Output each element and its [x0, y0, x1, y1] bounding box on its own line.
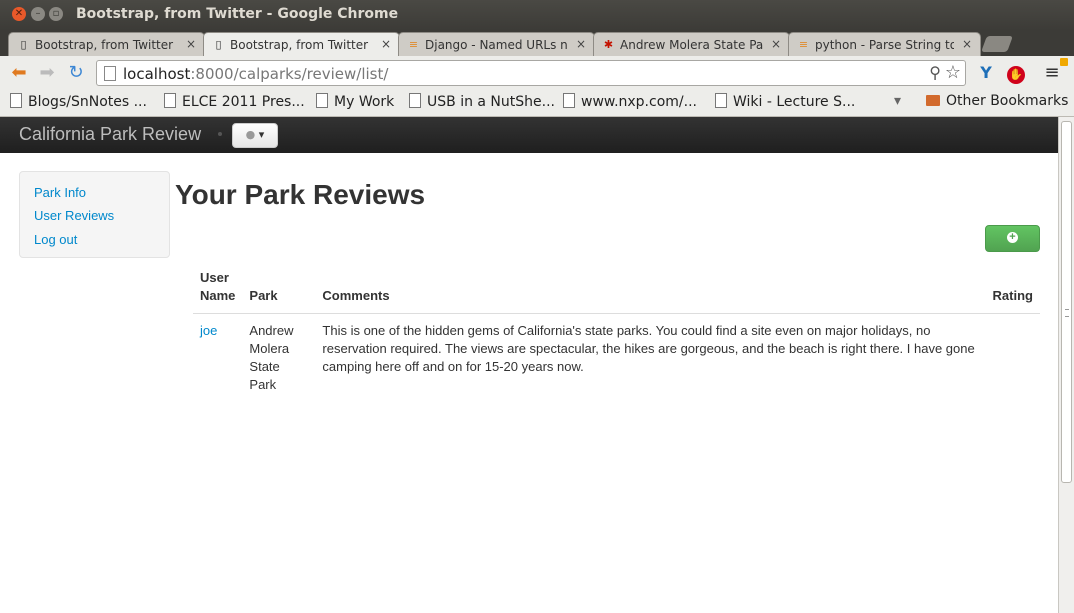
- tab-strip: ▯ Bootstrap, from Twitter × ▯ Bootstrap,…: [0, 30, 1074, 56]
- window-titlebar: ✕ – ▫ Bootstrap, from Twitter - Google C…: [0, 0, 1074, 30]
- page-icon: [164, 93, 176, 108]
- tab-label: Bootstrap, from Twitter: [230, 38, 369, 52]
- tab-close-icon[interactable]: ×: [186, 37, 196, 51]
- forward-arrow-icon[interactable]: ➡: [36, 62, 58, 84]
- page-content: Park Info User Reviews Log out Your Park…: [0, 153, 1058, 613]
- column-header-comments: Comments: [315, 265, 986, 314]
- page-icon: [316, 93, 328, 108]
- caret-down-icon: ▾: [258, 128, 265, 141]
- user-link[interactable]: joe: [200, 323, 217, 338]
- page-icon: ▯: [215, 38, 222, 51]
- tab-close-icon[interactable]: ×: [962, 37, 972, 51]
- window-maximize-button[interactable]: ▫: [49, 7, 63, 21]
- browser-toolbar: ⬅ ➡ ↻ localhost:8000/calparks/review/lis…: [0, 56, 1074, 90]
- page-icon: [10, 93, 22, 108]
- tab-label: python - Parse String to F: [815, 38, 954, 52]
- site-navbar: California Park Review ● ▾: [0, 117, 1058, 153]
- cell-rating: [986, 314, 1040, 403]
- cell-user: joe: [193, 314, 242, 403]
- brand-link[interactable]: California Park Review: [19, 124, 201, 145]
- sidebar-nav: Park Info User Reviews Log out: [19, 171, 170, 258]
- tab-close-icon[interactable]: ×: [576, 37, 586, 51]
- bookmark-item[interactable]: ELCE 2011 Pres...: [164, 93, 305, 110]
- user-menu-button[interactable]: ● ▾: [232, 123, 278, 148]
- browser-tab[interactable]: ≡ python - Parse String to F ×: [788, 32, 981, 56]
- cell-park: Andrew Molera State Park: [249, 323, 294, 392]
- adblock-icon[interactable]: ✋: [1005, 62, 1027, 84]
- bookmark-item[interactable]: www.nxp.com/...: [563, 93, 697, 110]
- yelp-icon: ✱: [603, 38, 614, 51]
- tab-label: Andrew Molera State Par: [620, 38, 763, 52]
- url-host: localhost: [123, 65, 191, 83]
- page-icon: [563, 93, 575, 108]
- scroll-grip: [1065, 309, 1069, 317]
- user-icon: ●: [245, 128, 256, 141]
- page-scrollbar[interactable]: [1058, 117, 1074, 613]
- page-icon: [104, 66, 116, 81]
- sidebar-item-log-out[interactable]: Log out: [34, 232, 77, 247]
- window-minimize-button[interactable]: –: [31, 7, 45, 21]
- bookmark-item[interactable]: Blogs/SnNotes ...: [10, 93, 147, 110]
- page-icon: [409, 93, 421, 108]
- other-bookmarks[interactable]: Other Bookmarks: [926, 93, 1068, 109]
- bookmark-item[interactable]: USB in a NutShe...: [409, 93, 555, 110]
- column-header-rating: Rating: [985, 265, 1040, 314]
- search-icon[interactable]: ⚲: [929, 63, 941, 82]
- column-header-park: Park: [242, 265, 316, 314]
- address-url[interactable]: localhost:8000/calparks/review/list/: [123, 65, 388, 83]
- tab-close-icon[interactable]: ×: [771, 37, 781, 51]
- browser-tab[interactable]: ▯ Bootstrap, from Twitter ×: [8, 32, 205, 56]
- table-header-row: User Name Park Comments Rating: [193, 265, 1040, 314]
- page-title: Your Park Reviews: [175, 179, 426, 210]
- browser-tab-active[interactable]: ▯ Bootstrap, from Twitter ×: [203, 32, 400, 56]
- reload-icon[interactable]: ↻: [65, 62, 87, 84]
- reviews-table: User Name Park Comments Rating joe Andre…: [193, 265, 1040, 402]
- window-title: Bootstrap, from Twitter - Google Chrome: [76, 6, 399, 22]
- extension-y-icon[interactable]: Y: [975, 62, 997, 84]
- plus-circle-icon: +: [1007, 232, 1018, 243]
- folder-icon: [926, 95, 940, 106]
- bookmark-label: ELCE 2011 Pres...: [182, 94, 305, 110]
- tab-label: Django - Named URLs not: [425, 38, 568, 52]
- bookmark-label: Blogs/SnNotes ...: [28, 94, 147, 110]
- bookmark-label: Wiki - Lecture S...: [733, 94, 856, 110]
- scrollbar-thumb[interactable]: [1061, 121, 1072, 483]
- tab-label: Bootstrap, from Twitter: [35, 38, 174, 52]
- bookmark-label: www.nxp.com/...: [581, 94, 697, 110]
- page-icon: [715, 93, 727, 108]
- bookmark-label: USB in a NutShe...: [427, 94, 555, 110]
- bookmark-item[interactable]: My Work: [316, 93, 394, 110]
- browser-tab[interactable]: ✱ Andrew Molera State Par ×: [593, 32, 790, 56]
- stackoverflow-icon: ≡: [408, 38, 419, 51]
- window-close-button[interactable]: ✕: [12, 7, 26, 21]
- browser-tab[interactable]: ≡ Django - Named URLs not ×: [398, 32, 595, 56]
- tab-close-icon[interactable]: ×: [381, 37, 391, 51]
- bookmarks-overflow-chevron-icon[interactable]: ▾: [894, 93, 901, 109]
- back-arrow-icon[interactable]: ⬅: [8, 62, 30, 84]
- other-bookmarks-label: Other Bookmarks: [946, 93, 1069, 109]
- table-row: joe Andrew Molera State Park This is one…: [193, 314, 1040, 403]
- notification-badge: [1060, 58, 1068, 66]
- url-path: :8000/calparks/review/list/: [190, 65, 389, 83]
- bookmark-label: My Work: [334, 94, 395, 110]
- column-header-user-name: User Name: [193, 265, 243, 314]
- stackoverflow-icon: ≡: [798, 38, 809, 51]
- cell-comments: This is one of the hidden gems of Califo…: [322, 323, 975, 374]
- new-tab-button[interactable]: [981, 36, 1013, 52]
- add-review-button[interactable]: +: [985, 225, 1040, 252]
- page-icon: ▯: [20, 38, 27, 51]
- bookmark-star-icon[interactable]: ☆: [945, 62, 961, 83]
- sidebar-item-user-reviews[interactable]: User Reviews: [34, 208, 114, 223]
- bookmarks-bar: Blogs/SnNotes ... ELCE 2011 Pres... My W…: [0, 90, 1074, 117]
- address-bar[interactable]: localhost:8000/calparks/review/list/ ⚲ ☆: [96, 60, 966, 86]
- bookmark-item[interactable]: Wiki - Lecture S...: [715, 93, 855, 110]
- navbar-divider: [218, 132, 222, 136]
- sidebar-item-park-info[interactable]: Park Info: [34, 185, 86, 200]
